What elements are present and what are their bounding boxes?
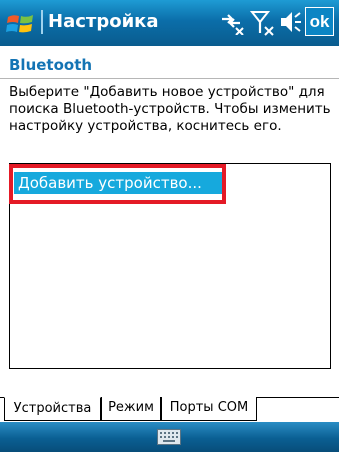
signal-off-icon[interactable] bbox=[250, 9, 276, 37]
page-header: Bluetooth bbox=[9, 56, 93, 74]
header-divider bbox=[0, 78, 339, 79]
volume-icon[interactable] bbox=[279, 9, 303, 35]
title-separator bbox=[41, 10, 43, 34]
tab-strip: Устройства Режим Порты COM bbox=[0, 379, 339, 422]
connectivity-icon[interactable] bbox=[218, 9, 246, 35]
tab-mode[interactable]: Режим bbox=[101, 397, 161, 421]
title-bar: Настройка ok bbox=[0, 0, 339, 46]
keyboard-icon[interactable] bbox=[157, 429, 181, 445]
menu-bar bbox=[0, 422, 339, 452]
tab-devices[interactable]: Устройства bbox=[4, 397, 101, 421]
instructions-text: Выберите "Добавить новое устройство" для… bbox=[9, 84, 331, 134]
windows-start-icon[interactable] bbox=[6, 9, 36, 37]
tab-com-ports[interactable]: Порты COM bbox=[161, 397, 257, 421]
highlight-annotation bbox=[9, 164, 226, 204]
app-title: Настройка bbox=[48, 11, 159, 32]
ok-button[interactable]: ok bbox=[305, 7, 334, 36]
